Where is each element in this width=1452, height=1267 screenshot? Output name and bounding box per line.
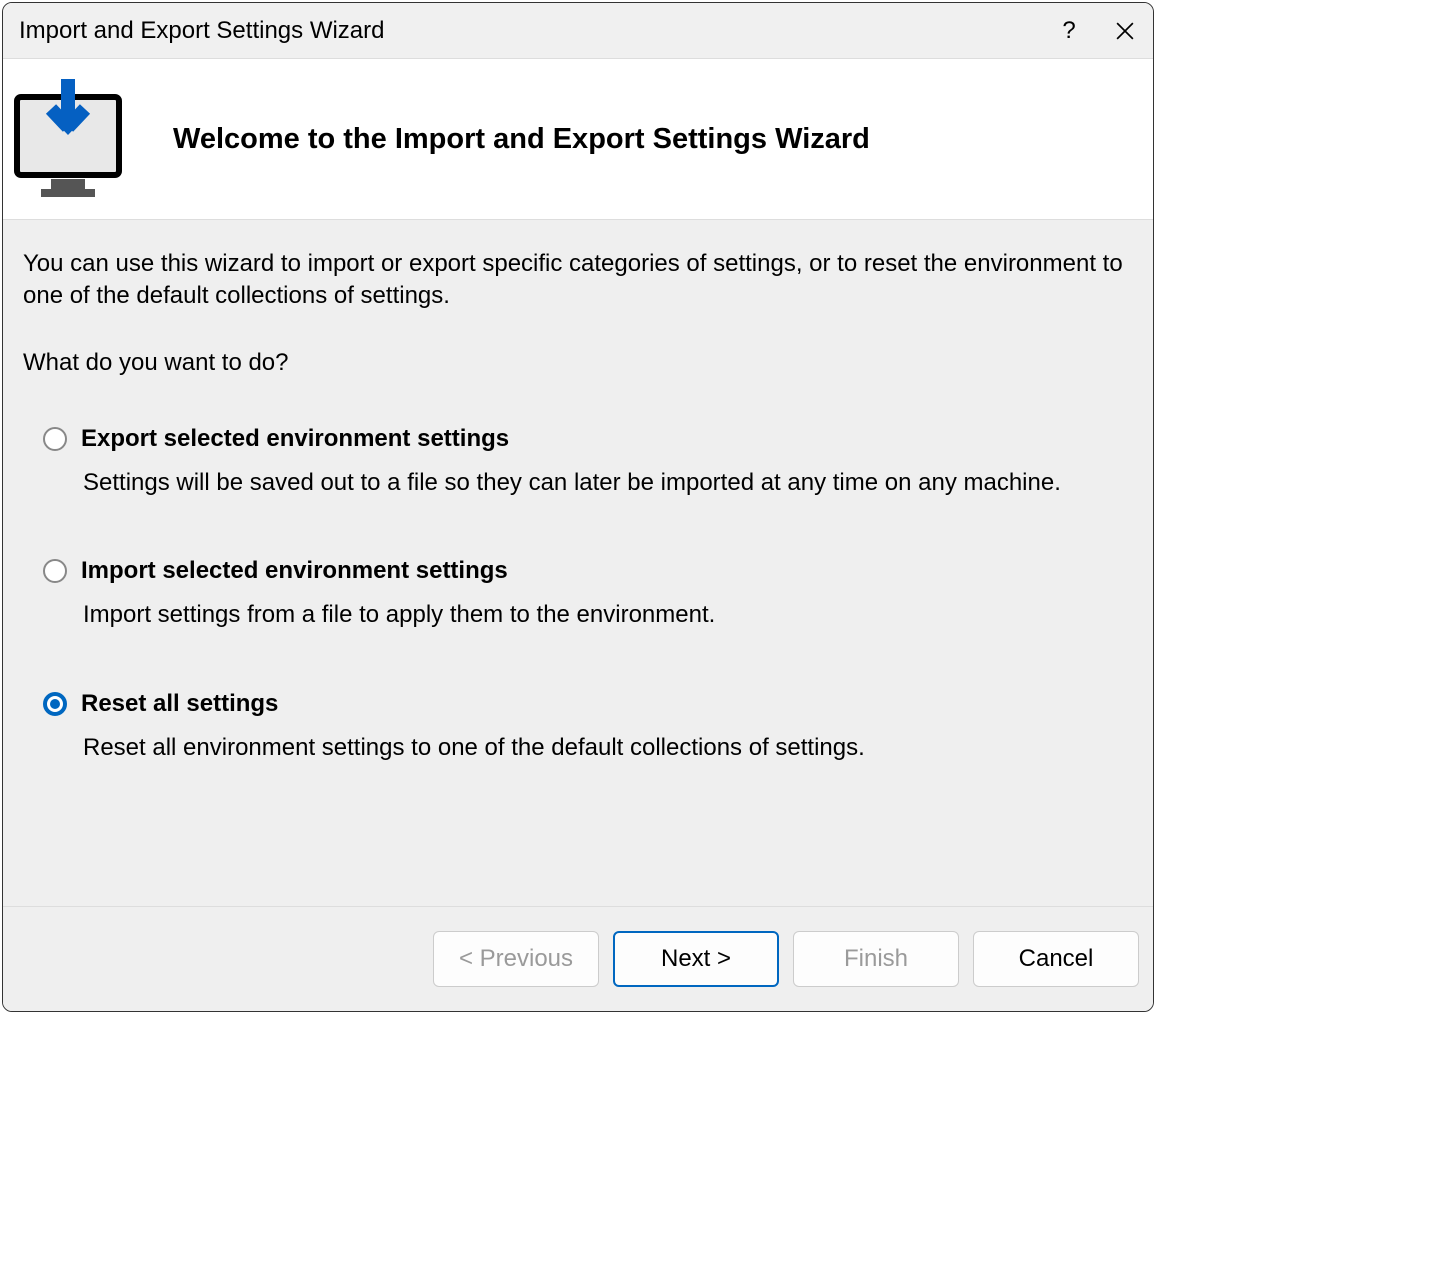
option-export-desc: Settings will be saved out to a file so … <box>81 467 1133 499</box>
radio-export[interactable] <box>43 427 67 451</box>
page-title: Welcome to the Import and Export Setting… <box>173 123 870 156</box>
option-import-text: Import selected environment settings Imp… <box>81 557 1133 631</box>
radio-reset[interactable] <box>43 692 67 716</box>
prompt-text: What do you want to do? <box>23 349 1133 377</box>
options-group: Export selected environment settings Set… <box>23 425 1133 764</box>
wizard-header: Welcome to the Import and Export Setting… <box>3 59 1153 219</box>
next-button[interactable]: Next > <box>613 931 779 987</box>
close-button[interactable] <box>1097 3 1153 58</box>
wizard-dialog: Import and Export Settings Wizard ? Welc… <box>2 2 1154 1012</box>
option-import-title: Import selected environment settings <box>81 557 1133 585</box>
intro-text: You can use this wizard to import or exp… <box>23 248 1133 313</box>
window-title: Import and Export Settings Wizard <box>19 17 1041 45</box>
option-reset-title: Reset all settings <box>81 690 1133 718</box>
option-export[interactable]: Export selected environment settings Set… <box>43 425 1133 499</box>
option-export-text: Export selected environment settings Set… <box>81 425 1133 499</box>
titlebar-buttons: ? <box>1041 3 1153 58</box>
wizard-body: You can use this wizard to import or exp… <box>3 219 1153 906</box>
import-export-icon <box>13 79 123 199</box>
option-export-title: Export selected environment settings <box>81 425 1133 453</box>
titlebar: Import and Export Settings Wizard ? <box>3 3 1153 59</box>
option-reset-desc: Reset all environment settings to one of… <box>81 732 1133 764</box>
previous-button[interactable]: < Previous <box>433 931 599 987</box>
close-icon <box>1116 22 1134 40</box>
option-reset[interactable]: Reset all settings Reset all environment… <box>43 690 1133 764</box>
finish-button[interactable]: Finish <box>793 931 959 987</box>
option-import-desc: Import settings from a file to apply the… <box>81 599 1133 631</box>
radio-import[interactable] <box>43 559 67 583</box>
wizard-footer: < Previous Next > Finish Cancel <box>3 906 1153 1011</box>
cancel-button[interactable]: Cancel <box>973 931 1139 987</box>
option-import[interactable]: Import selected environment settings Imp… <box>43 557 1133 631</box>
help-button[interactable]: ? <box>1041 3 1097 58</box>
option-reset-text: Reset all settings Reset all environment… <box>81 690 1133 764</box>
